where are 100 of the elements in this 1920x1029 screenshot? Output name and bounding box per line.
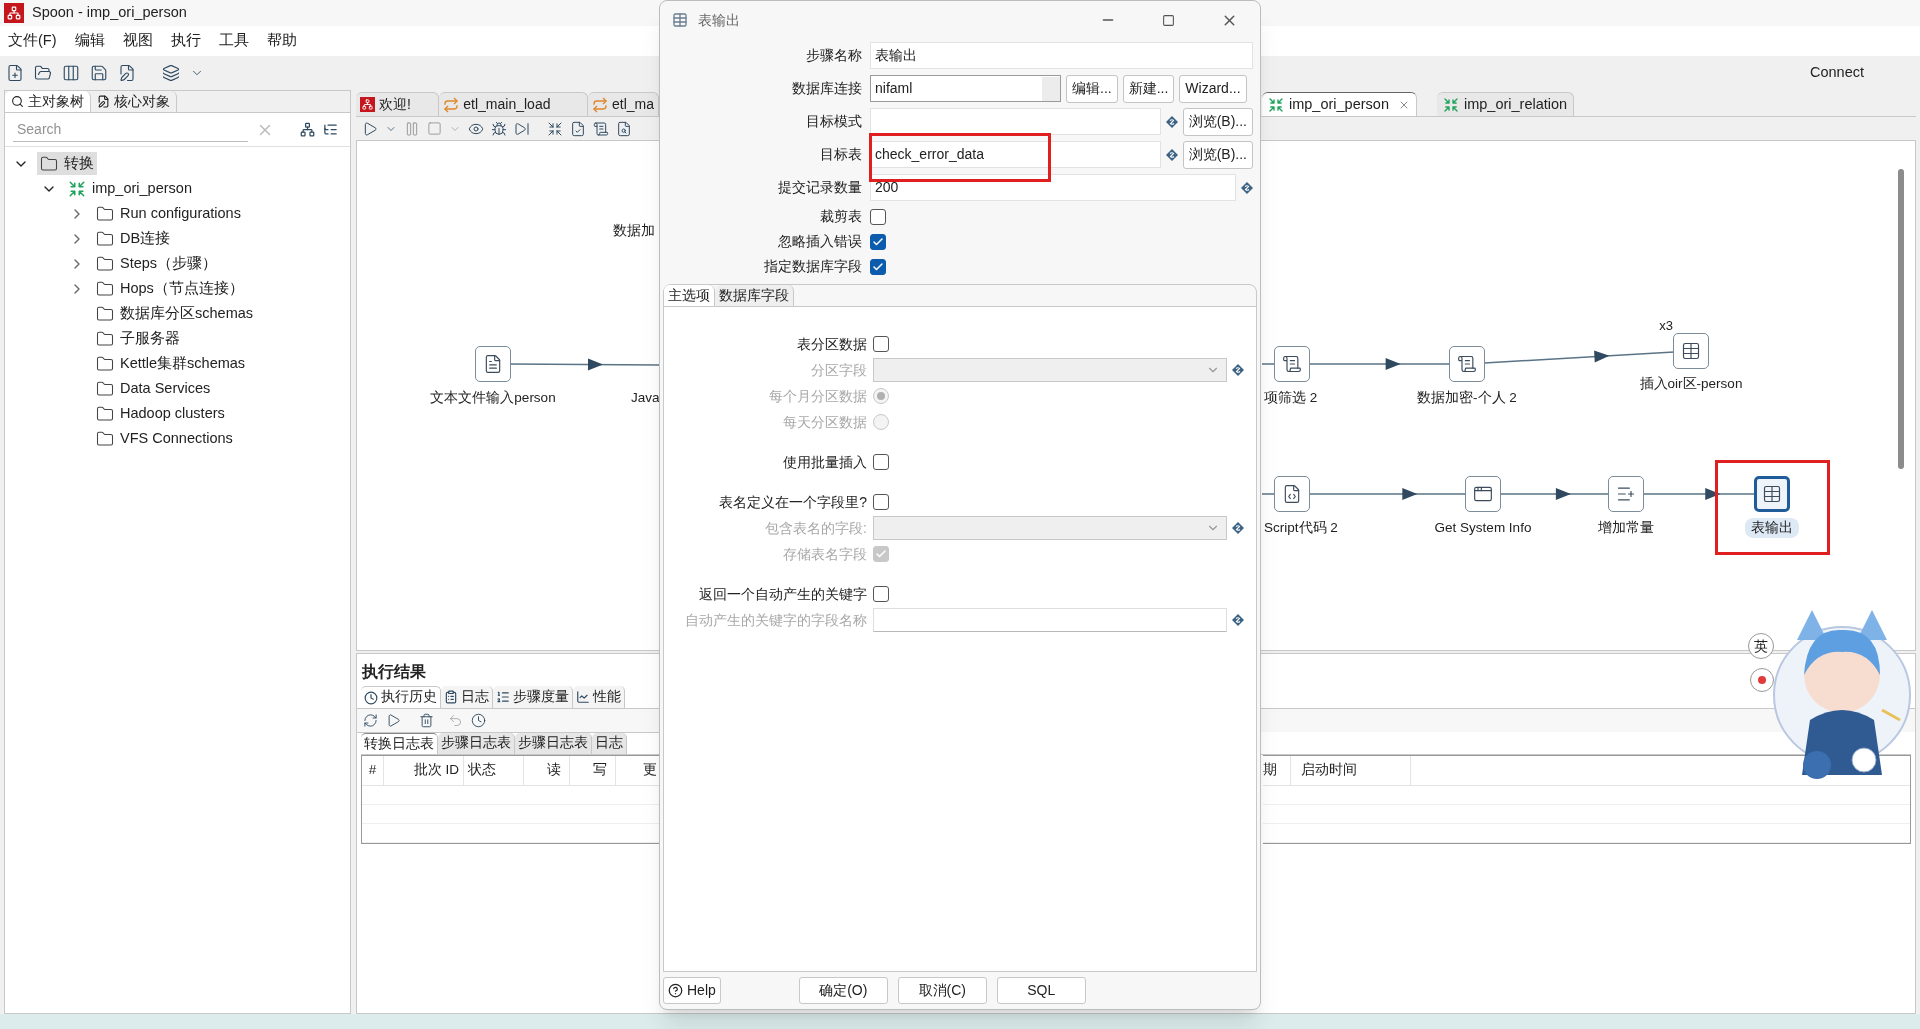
menu-item[interactable]: 工具 <box>218 30 249 52</box>
checkbox[interactable] <box>870 233 886 250</box>
menu-item[interactable]: 帮助 <box>266 30 297 52</box>
variable-icon <box>1232 614 1244 626</box>
step-node[interactable] <box>1754 476 1790 512</box>
layers-icon[interactable] <box>162 64 180 82</box>
column-header[interactable]: 期 <box>1263 756 1291 785</box>
dialog-button[interactable]: 新建... <box>1122 74 1175 103</box>
text-field[interactable] <box>870 108 1161 135</box>
log-table-tab[interactable]: 步骤日志表 <box>515 733 592 754</box>
connect-button[interactable]: Connect <box>1810 62 1864 84</box>
column-header[interactable]: 批次 ID <box>384 756 464 785</box>
editor-tab[interactable]: 欢迎! <box>356 92 440 116</box>
dropdown-field[interactable] <box>873 516 1227 540</box>
connection-dropdown[interactable]: nifaml <box>870 75 1061 102</box>
checkbox[interactable] <box>873 336 889 352</box>
run-icon[interactable] <box>362 120 378 137</box>
dialog-button[interactable]: 确定(O) <box>798 977 888 1004</box>
dialog-button[interactable]: 取消(C) <box>897 977 987 1004</box>
refresh-icon[interactable] <box>363 713 378 728</box>
tree-item[interactable]: 转换 <box>37 152 97 175</box>
column-header[interactable]: 读 <box>524 756 570 785</box>
text-field[interactable]: check_error_data <box>870 141 1161 168</box>
checkbox[interactable] <box>870 208 886 225</box>
hierarchy-icon[interactable] <box>300 122 315 137</box>
checkbox[interactable] <box>870 258 886 275</box>
table-icon <box>1762 484 1782 504</box>
tree-item[interactable]: 子服务器 <box>93 327 183 350</box>
menu-item[interactable]: 执行 <box>170 30 201 52</box>
tree-item[interactable]: VFS Connections <box>93 427 236 450</box>
log-table-tab[interactable]: 日志 <box>592 733 627 754</box>
tree-item[interactable]: DB连接 <box>93 227 174 250</box>
menu-item[interactable]: 编辑 <box>74 30 105 52</box>
editor-tab[interactable]: etl_main_load <box>439 92 588 116</box>
panel-tab[interactable]: 主对象树 <box>5 91 91 112</box>
verify-icon[interactable] <box>570 120 586 137</box>
folder-icon <box>96 354 114 373</box>
options-tab[interactable]: 数据库字段 <box>715 285 794 306</box>
folder-icon <box>96 404 114 423</box>
results-tab[interactable]: 执行历史 <box>361 686 441 708</box>
columns-icon[interactable] <box>62 64 80 82</box>
results-tab[interactable]: 步骤度量 <box>493 686 573 708</box>
dialog-button[interactable]: SQL <box>996 977 1086 1004</box>
save-as-icon[interactable] <box>118 64 136 82</box>
tree-item[interactable]: Data Services <box>93 377 214 400</box>
tree-item[interactable]: Hops（节点连接） <box>93 277 247 300</box>
new-file-icon[interactable] <box>6 64 24 82</box>
tree-item[interactable]: Steps（步骤） <box>93 252 221 275</box>
delete-icon[interactable] <box>419 713 434 728</box>
open-folder-icon[interactable] <box>34 64 52 82</box>
menu-item[interactable]: 视图 <box>122 30 153 52</box>
text-field[interactable]: 200 <box>870 174 1236 201</box>
text-field[interactable]: 表输出 <box>870 42 1253 69</box>
cycle-icon <box>591 96 608 113</box>
step-label: 增加常量 <box>1597 518 1655 537</box>
log-table-tab[interactable]: 转换日志表 <box>361 733 438 754</box>
dialog-button[interactable]: 浏览(B)... <box>1182 107 1253 136</box>
dialog-button[interactable]: 编辑... <box>1066 74 1118 103</box>
editor-tab[interactable]: etl_ma <box>587 92 659 116</box>
list-icon[interactable] <box>323 122 338 137</box>
tree-item[interactable]: Kettle集群schemas <box>93 352 249 375</box>
checkbox[interactable] <box>873 454 889 470</box>
column-header[interactable]: 写 <box>570 756 616 785</box>
tree-item[interactable]: Run configurations <box>93 202 244 225</box>
file-search-icon[interactable] <box>616 120 632 137</box>
column-header[interactable]: 状态 <box>464 756 524 785</box>
options-tab[interactable]: 主选项 <box>664 285 715 306</box>
option-label: 自动产生的关键字的字段名称 <box>684 610 868 630</box>
text-field[interactable] <box>873 608 1227 632</box>
dropdown-field[interactable] <box>873 358 1227 382</box>
checkbox[interactable] <box>873 586 889 602</box>
log-table-tab[interactable]: 步骤日志表 <box>438 733 515 754</box>
step-node[interactable] <box>1274 346 1310 382</box>
step-node[interactable] <box>1608 476 1644 512</box>
step-node[interactable] <box>1465 476 1501 512</box>
checkbox[interactable] <box>873 494 889 510</box>
menu-item[interactable]: 文件(F) <box>8 30 57 52</box>
debug-icon[interactable] <box>491 120 507 137</box>
clock-icon[interactable] <box>471 713 486 728</box>
step-node[interactable] <box>1274 476 1310 512</box>
tree-item[interactable]: imp_ori_person <box>65 177 195 200</box>
maximize-icon[interactable] <box>1162 13 1175 27</box>
shrink-icon[interactable] <box>547 120 563 137</box>
step-node[interactable] <box>475 346 511 382</box>
results-tab[interactable]: 性能 <box>573 686 625 708</box>
column-header[interactable]: 启动时间 <box>1291 756 1411 785</box>
dialog-button[interactable]: 浏览(B)... <box>1182 140 1253 169</box>
pencil-icon <box>97 95 110 108</box>
tree-item[interactable]: 数据库分区schemas <box>93 302 257 325</box>
tree-item[interactable]: Hadoop clusters <box>93 402 228 425</box>
editor-tab[interactable]: imp_ori_relation <box>1436 92 1575 116</box>
results-tab[interactable]: 日志 <box>441 686 493 708</box>
step-node[interactable] <box>1449 346 1485 382</box>
help-button[interactable]: Help <box>663 977 721 1004</box>
dialog-button[interactable]: Wizard... <box>1179 74 1247 103</box>
editor-tab[interactable]: imp_ori_person <box>1262 92 1417 116</box>
scroll-icon[interactable] <box>593 120 609 137</box>
column-header[interactable]: # <box>362 756 384 785</box>
step-node[interactable] <box>1673 333 1709 369</box>
save-icon[interactable] <box>90 64 108 82</box>
